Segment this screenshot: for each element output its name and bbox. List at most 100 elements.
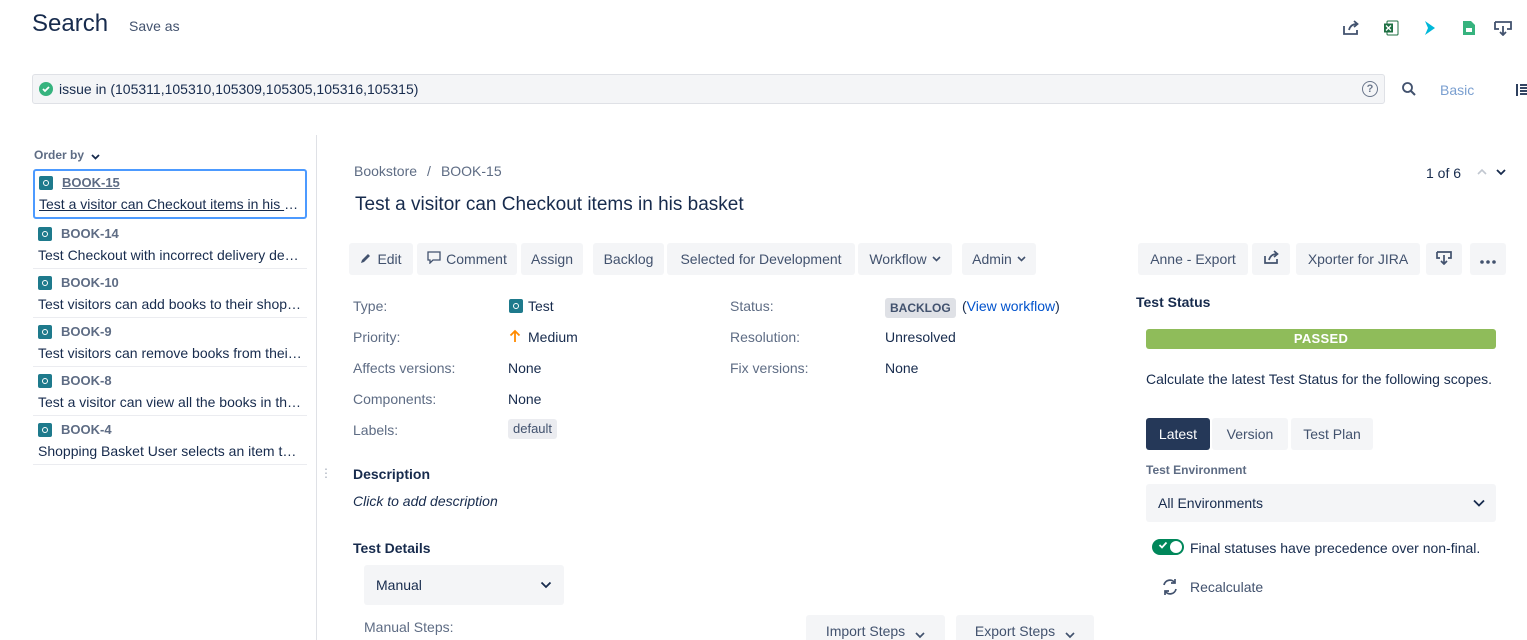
test-environment-value: All Environments bbox=[1158, 495, 1264, 511]
comment-button[interactable]: Comment bbox=[417, 243, 517, 275]
search-icon[interactable] bbox=[1400, 80, 1418, 98]
issue-key[interactable]: BOOK-8 bbox=[61, 373, 112, 388]
resolution-label: Resolution: bbox=[730, 329, 801, 345]
save-as-link[interactable]: Save as bbox=[129, 18, 180, 34]
issue-list-item[interactable]: BOOK-4 Shopping Basket User selects an i… bbox=[33, 416, 307, 465]
test-issue-type-icon bbox=[38, 276, 52, 290]
comment-label: Comment bbox=[446, 251, 507, 267]
view-workflow-link[interactable]: View workflow bbox=[967, 298, 1055, 314]
download-icon bbox=[1436, 250, 1452, 268]
final-status-precedence-label: Final statuses have precedence over non-… bbox=[1190, 540, 1481, 556]
components-label: Components: bbox=[353, 391, 437, 407]
check-icon bbox=[1158, 540, 1168, 553]
priority-label: Priority: bbox=[353, 329, 401, 345]
workflow-dropdown[interactable]: Workflow bbox=[858, 243, 952, 275]
arrow-up-icon bbox=[509, 329, 521, 346]
breadcrumb-project[interactable]: Bookstore bbox=[354, 163, 417, 179]
pencil-icon bbox=[360, 251, 372, 267]
test-issue-type-icon bbox=[38, 423, 52, 437]
description-field[interactable]: Click to add description bbox=[353, 493, 498, 509]
resolution-value: Unresolved bbox=[885, 329, 956, 345]
edit-button[interactable]: Edit bbox=[349, 243, 413, 275]
calculate-description: Calculate the latest Test Status for the… bbox=[1146, 371, 1493, 387]
issue-summary[interactable]: Test visitors can add books to their sho… bbox=[38, 296, 302, 312]
order-by-label: Order by bbox=[34, 148, 85, 162]
backlog-transition-button[interactable]: Backlog bbox=[593, 243, 664, 275]
import-steps-button[interactable]: Import Steps bbox=[806, 615, 945, 640]
assign-button[interactable]: Assign bbox=[521, 243, 583, 275]
scope-latest-button[interactable]: Latest bbox=[1146, 418, 1210, 450]
breadcrumb-separator: / bbox=[427, 163, 431, 179]
layout-switcher-icon[interactable] bbox=[1516, 82, 1527, 98]
issue-list-item[interactable]: BOOK-14 Test Checkout with incorrect del… bbox=[33, 220, 307, 269]
affects-versions-value[interactable]: None bbox=[508, 360, 541, 376]
issue-key[interactable]: BOOK-14 bbox=[61, 226, 119, 241]
help-icon[interactable]: ? bbox=[1362, 81, 1378, 97]
more-icon bbox=[1480, 251, 1496, 267]
issue-list-item[interactable]: BOOK-15 Test a visitor can Checkout item… bbox=[33, 169, 307, 219]
download-icon[interactable] bbox=[1493, 18, 1513, 38]
final-status-precedence-toggle[interactable] bbox=[1152, 539, 1184, 555]
issue-summary[interactable]: Test a visitor can view all the books in… bbox=[38, 394, 302, 410]
issue-summary[interactable]: Shopping Basket User selects an item to … bbox=[38, 443, 302, 459]
issue-key[interactable]: BOOK-15 bbox=[62, 175, 120, 190]
fix-versions-value[interactable]: None bbox=[885, 360, 918, 376]
order-by-dropdown[interactable]: Order by bbox=[34, 148, 100, 163]
issue-title[interactable]: Test a visitor can Checkout items in his… bbox=[355, 194, 744, 216]
admin-dropdown[interactable]: Admin bbox=[962, 243, 1036, 275]
manual-steps-label: Manual Steps: bbox=[364, 619, 454, 635]
test-type-value: Manual bbox=[376, 577, 422, 593]
resize-handle-icon[interactable]: ⋮ bbox=[320, 466, 332, 480]
csv-icon[interactable] bbox=[1459, 18, 1479, 38]
test-issue-type-icon bbox=[39, 176, 53, 190]
priority-value[interactable]: Medium bbox=[528, 329, 578, 345]
export-steps-button[interactable]: Export Steps bbox=[956, 615, 1094, 640]
labels-label: Labels: bbox=[353, 422, 399, 438]
xporter-for-jira-button[interactable]: Xporter for JIRA bbox=[1296, 243, 1420, 275]
jql-search-input[interactable]: issue in (105311,105310,105309,105305,10… bbox=[32, 74, 1385, 104]
refresh-icon[interactable] bbox=[1160, 577, 1180, 597]
share-icon[interactable] bbox=[1341, 18, 1361, 38]
export-download-button[interactable] bbox=[1426, 243, 1462, 275]
admin-label: Admin bbox=[972, 251, 1012, 267]
next-issue-icon[interactable] bbox=[1496, 165, 1506, 179]
issue-summary[interactable]: Test Checkout with incorrect delivery de… bbox=[38, 247, 302, 263]
jql-query-text[interactable]: issue in (105311,105310,105309,105305,10… bbox=[59, 81, 418, 97]
chevron-down-icon bbox=[915, 623, 925, 640]
affects-versions-label: Affects versions: bbox=[353, 360, 456, 376]
selected-for-development-button[interactable]: Selected for Development bbox=[667, 243, 855, 275]
label-tag[interactable]: default bbox=[508, 419, 558, 439]
components-value[interactable]: None bbox=[508, 391, 541, 407]
test-issue-type-icon bbox=[38, 374, 52, 388]
issue-list-item[interactable]: BOOK-8 Test a visitor can view all the b… bbox=[33, 367, 307, 416]
test-status-badge: PASSED bbox=[1146, 329, 1496, 349]
issue-key[interactable]: BOOK-9 bbox=[61, 324, 112, 339]
issue-summary[interactable]: Test visitors can remove books from thei… bbox=[38, 345, 302, 361]
pager-count: 1 of 6 bbox=[1426, 165, 1462, 181]
excel-icon[interactable] bbox=[1381, 18, 1401, 38]
fix-versions-label: Fix versions: bbox=[730, 360, 809, 376]
share-icon bbox=[1263, 250, 1280, 268]
recalculate-button[interactable]: Recalculate bbox=[1190, 579, 1263, 595]
anne-export-button[interactable]: Anne - Export bbox=[1138, 243, 1248, 275]
issue-list-item[interactable]: BOOK-9 Test visitors can remove books fr… bbox=[33, 318, 307, 367]
previous-issue-icon[interactable] bbox=[1477, 165, 1487, 179]
breadcrumb: Bookstore / BOOK-15 bbox=[354, 163, 502, 179]
view-workflow-wrapper: (View workflow) bbox=[962, 298, 1060, 314]
share-button[interactable] bbox=[1252, 243, 1290, 275]
scope-test-plan-button[interactable]: Test Plan bbox=[1291, 418, 1373, 450]
chevron-down-icon bbox=[932, 254, 941, 264]
basic-mode-link[interactable]: Basic bbox=[1440, 82, 1474, 98]
chevron-down-icon bbox=[1065, 623, 1075, 640]
scope-version-button[interactable]: Version bbox=[1212, 418, 1288, 450]
test-type-select[interactable]: Manual bbox=[364, 565, 564, 605]
more-actions-button[interactable] bbox=[1470, 243, 1506, 275]
issue-key[interactable]: BOOK-4 bbox=[61, 422, 112, 437]
xray-icon[interactable] bbox=[1420, 18, 1440, 38]
breadcrumb-issue-key[interactable]: BOOK-15 bbox=[441, 163, 502, 179]
valid-query-icon bbox=[39, 82, 53, 96]
issue-summary[interactable]: Test a visitor can Checkout items in his… bbox=[39, 196, 303, 212]
issue-list-item[interactable]: BOOK-10 Test visitors can add books to t… bbox=[33, 269, 307, 318]
test-environment-select[interactable]: All Environments bbox=[1146, 484, 1496, 522]
issue-key[interactable]: BOOK-10 bbox=[61, 275, 119, 290]
